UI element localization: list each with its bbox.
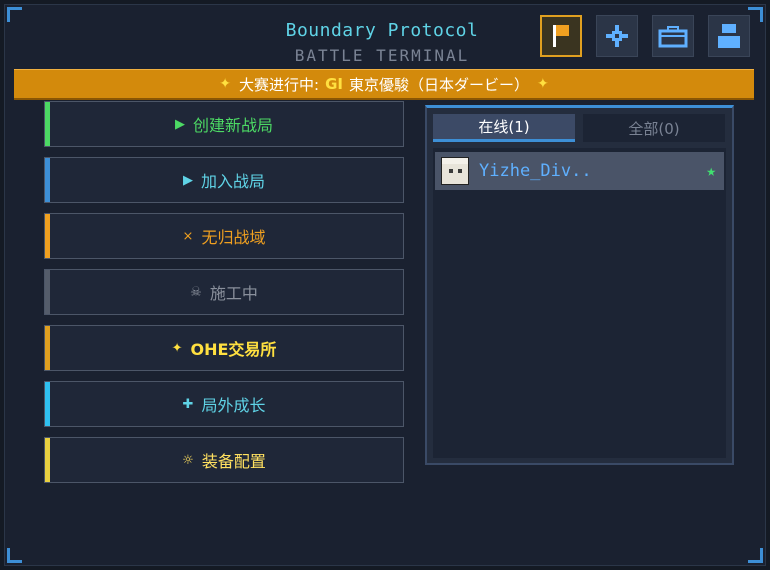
menu-button-accent [45,438,50,482]
player-list: Yizhe_Div.. ★ [433,148,726,458]
players-panel: 在线(1) 全部(0) Yizhe_Div.. ★ [425,105,734,465]
plus-icon: ✚ [182,396,194,412]
player-row[interactable]: Yizhe_Div.. ★ [435,152,724,190]
menu-button-label: 局外成长 [201,396,266,415]
menu-button[interactable]: ☼ 装备配置 [44,437,404,483]
sparkle-icon: ✦ [171,340,183,356]
crosshair-icon [606,25,628,47]
menu-button-label: OHE交易所 [190,340,277,359]
join-arrow-icon: ▶ [182,172,193,188]
flag-button[interactable] [540,15,582,57]
banner-event-name: 東京優駿（日本ダービー） [348,75,529,94]
flag-icon [553,25,569,47]
flag-play-icon: ▶ [174,116,185,132]
avatar [441,157,469,185]
sparkle-icon: ✦ [219,76,231,92]
menu-button-accent [45,326,50,370]
skull-icon: ☠ [190,284,202,300]
stack-button[interactable] [708,15,750,57]
player-name: Yizhe_Div.. [479,161,592,181]
corner-decoration [7,548,22,563]
menu-button[interactable]: ⨯ 无归战域 [44,213,404,259]
menu-button[interactable]: ▶ 创建新战局 [44,101,404,147]
menu-button[interactable]: ✚ 局外成长 [44,381,404,427]
banner-grade: GI [325,75,343,93]
star-icon: ★ [706,161,716,180]
menu-button[interactable]: ☠ 施工中 [44,269,404,315]
menu-button-accent [45,382,50,426]
menu-button-accent [45,158,50,202]
menu-button-accent [45,214,50,258]
menu-button-accent [45,270,50,314]
menu-button[interactable]: ✦ OHE交易所 [44,325,404,371]
menu-button-label: 创建新战局 [192,116,273,135]
event-banner: ✦ 大赛进行中: GI 東京優駿（日本ダービー） ✦ [14,69,754,100]
game-subtitle: BATTLE TERMINAL [294,46,470,65]
menu-button-label: 加入战局 [200,172,265,191]
crosshair-button[interactable] [596,15,638,57]
menu-button[interactable]: ▶ 加入战局 [44,157,404,203]
menu-button-label: 施工中 [209,284,258,303]
gear-icon: ☼ [182,452,194,468]
corner-decoration [748,548,763,563]
stack-icon [718,24,740,48]
briefcase-icon [658,26,688,48]
tab-online[interactable]: 在线(1) [433,114,575,142]
game-title-text: Boundary Protocol [285,20,479,41]
sparkle-icon: ✦ [536,76,549,92]
game-title: Boundary Protocol [0,20,764,41]
crossed-swords-icon: ⨯ [182,228,194,244]
menu-button-label: 装备配置 [201,452,266,471]
banner-prefix: 大赛进行中: [239,75,320,94]
menu-button-label: 无归战域 [201,228,266,247]
briefcase-button[interactable] [652,15,694,57]
tab-all[interactable]: 全部(0) [583,114,725,142]
menu-button-accent [45,102,50,146]
